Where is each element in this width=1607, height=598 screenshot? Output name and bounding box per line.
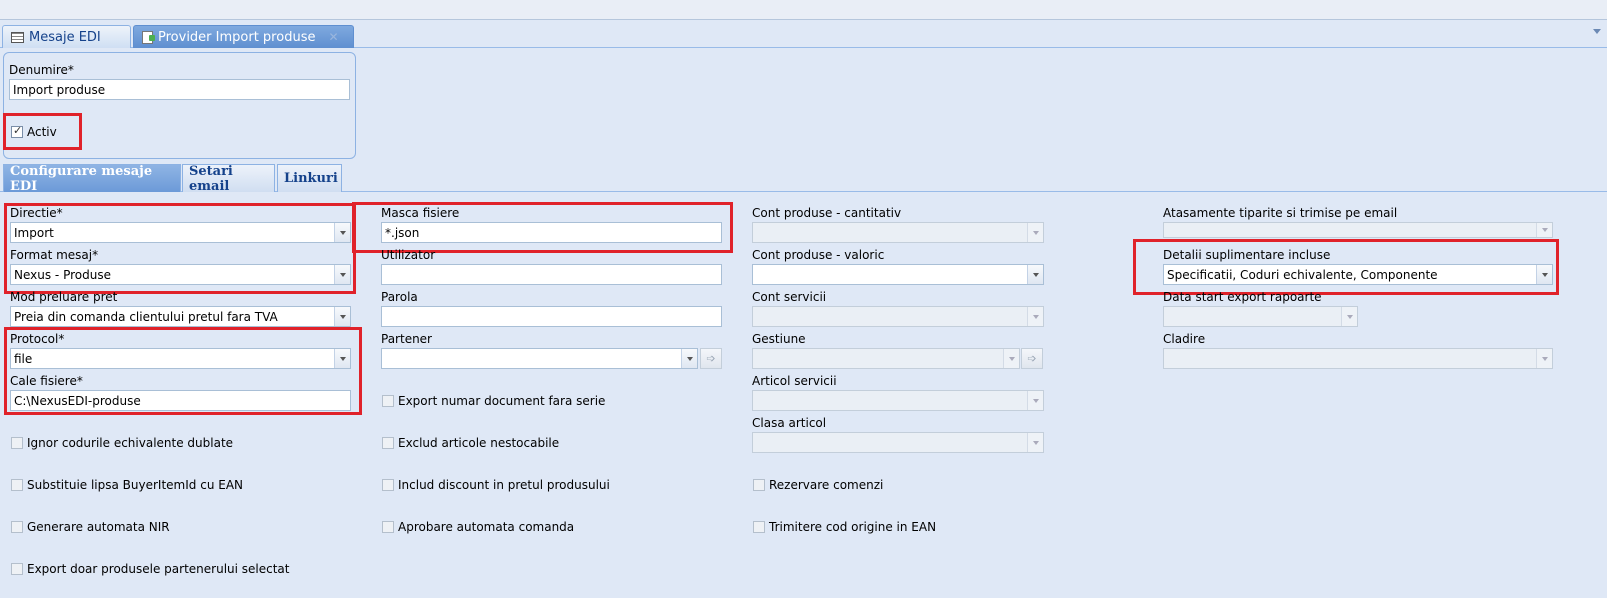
checkbox-row[interactable]: Includ discount in pretul produsului [382, 478, 610, 492]
cont-valoric-select[interactable] [752, 264, 1044, 285]
utilizator-input[interactable] [381, 264, 722, 285]
config-tab-bar: Configurare mesaje EDI Setari email Link… [0, 162, 1607, 194]
checkbox-label: Trimitere cod origine in EAN [769, 520, 937, 534]
arrow-right-icon[interactable]: ➩ [700, 348, 722, 369]
checkbox[interactable] [382, 437, 394, 449]
highlight-activ [3, 113, 82, 150]
data-start-label: Data start export rapoarte [1163, 290, 1322, 304]
chevron-down-icon[interactable] [1536, 349, 1552, 368]
checkbox-label: Includ discount in pretul produsului [398, 478, 610, 492]
highlight-directie-format [4, 203, 356, 294]
checkbox-row[interactable]: Export numar document fara serie [382, 394, 605, 408]
checkbox[interactable] [382, 521, 394, 533]
checkbox-label: Exclud articole nestocabile [398, 436, 560, 450]
atasamente-label: Atasamente tiparite si trimise pe email [1163, 206, 1398, 220]
mod-preluare-pret-value: Preia din comanda clientului pretul fara… [14, 309, 278, 324]
gestiune-select[interactable] [752, 348, 1020, 369]
chevron-down-icon[interactable] [334, 307, 350, 326]
tab-label: Mesaje EDI [29, 29, 101, 45]
tab-menu-chevron-down-icon[interactable] [1593, 29, 1601, 34]
checkbox-row[interactable]: Trimitere cod origine in EAN [753, 520, 936, 534]
grid-icon [11, 31, 24, 43]
tab-configurare-mesaje-edi[interactable]: Configurare mesaje EDI [3, 164, 181, 194]
cladire-label: Cladire [1163, 332, 1206, 346]
denumire-label: Denumire* [9, 63, 74, 77]
checkbox-label: Generare automata NIR [27, 520, 170, 534]
checkbox-label: Export numar document fara serie [398, 394, 606, 408]
cladire-select[interactable] [1163, 348, 1553, 369]
checkbox-row[interactable]: Aprobare automata comanda [382, 520, 574, 534]
checkbox[interactable] [11, 437, 23, 449]
highlight-protocol-cale [4, 327, 362, 415]
parola-label: Parola [381, 290, 418, 304]
checkbox[interactable] [753, 479, 765, 491]
highlight-masca [352, 202, 733, 253]
highlight-detalii [1133, 239, 1559, 295]
checkbox-label: Substituie lipsa BuyerItemId cu EAN [27, 478, 244, 492]
partener-label: Partener [381, 332, 432, 346]
cont-cantitativ-select[interactable] [752, 222, 1044, 243]
utilizator-label: Utilizator [381, 248, 436, 262]
tab-linkuri[interactable]: Linkuri [277, 164, 342, 192]
checkbox-label: Aprobare automata comanda [398, 520, 575, 534]
checkbox-label: Rezervare comenzi [769, 478, 884, 492]
chevron-down-icon[interactable] [1027, 223, 1043, 242]
top-toolbar-strip [0, 0, 1607, 20]
checkbox[interactable] [11, 563, 23, 575]
checkbox-row[interactable]: Exclud articole nestocabile [382, 436, 559, 450]
checkbox-label: Export doar produsele partenerului selec… [27, 562, 290, 576]
checkbox[interactable] [382, 395, 394, 407]
parola-input[interactable] [381, 306, 722, 327]
chevron-down-icon[interactable] [1027, 307, 1043, 326]
checkbox[interactable] [753, 521, 765, 533]
checkbox-row[interactable]: Rezervare comenzi [753, 478, 883, 492]
arrow-right-icon[interactable]: ➩ [1021, 348, 1043, 369]
denumire-input[interactable]: Import produse [9, 79, 350, 100]
chevron-down-icon[interactable] [1027, 433, 1043, 452]
tab-provider-import-produse[interactable]: Provider Import produse ✕ [133, 25, 354, 48]
window-tab-bar: Mesaje EDI Provider Import produse ✕ [0, 21, 1607, 48]
mod-preluare-pret-label: Mod preluare pret [10, 290, 118, 304]
data-start-select[interactable] [1163, 306, 1358, 327]
articol-servicii-select[interactable] [752, 390, 1044, 411]
checkbox[interactable] [382, 479, 394, 491]
chevron-down-icon[interactable] [1341, 307, 1357, 326]
close-icon[interactable]: ✕ [328, 30, 338, 44]
articol-servicii-label: Articol servicii [752, 374, 837, 388]
checkbox[interactable] [11, 479, 23, 491]
cont-valoric-label: Cont produse - valoric [752, 248, 885, 262]
chevron-down-icon[interactable] [1027, 391, 1043, 410]
chevron-down-icon[interactable] [681, 349, 697, 368]
clasa-articol-label: Clasa articol [752, 416, 827, 430]
checkbox-label: Ignor codurile echivalente dublate [27, 436, 234, 450]
checkbox-row[interactable]: Generare automata NIR [11, 520, 170, 534]
tab-mesaje-edi[interactable]: Mesaje EDI [2, 25, 131, 48]
cont-servicii-select[interactable] [752, 306, 1044, 327]
chevron-down-icon[interactable] [1027, 265, 1043, 284]
gestiune-label: Gestiune [752, 332, 806, 346]
chevron-down-icon[interactable] [1003, 349, 1019, 368]
checkbox-row[interactable]: Ignor codurile echivalente dublate [11, 436, 233, 450]
chevron-down-icon[interactable] [1536, 223, 1552, 237]
checkbox[interactable] [11, 521, 23, 533]
cont-servicii-label: Cont servicii [752, 290, 827, 304]
tab-setari-email[interactable]: Setari email [182, 164, 275, 194]
mod-preluare-pret-select[interactable]: Preia din comanda clientului pretul fara… [10, 306, 351, 327]
cont-cantitativ-label: Cont produse - cantitativ [752, 206, 902, 220]
partener-select[interactable] [381, 348, 698, 369]
checkbox-row[interactable]: Substituie lipsa BuyerItemId cu EAN [11, 478, 243, 492]
tab-label: Provider Import produse [158, 29, 316, 45]
document-icon [142, 30, 155, 44]
checkbox-row[interactable]: Export doar produsele partenerului selec… [11, 562, 290, 576]
clasa-articol-select[interactable] [752, 432, 1044, 453]
atasamente-select[interactable] [1163, 222, 1553, 238]
